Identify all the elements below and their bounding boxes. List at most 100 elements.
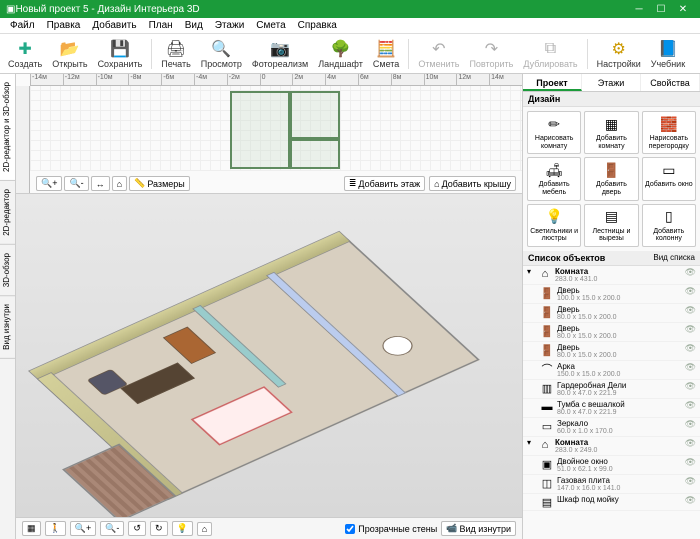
view-mode-tabs: 2D-редактор и 3D-обзор 2D-редактор 3D-об… — [0, 74, 16, 539]
undo-icon: ↶ — [429, 39, 449, 59]
undo-button[interactable]: ↶Отменить — [414, 38, 463, 70]
redo-button[interactable]: ↷Повторить — [465, 38, 517, 70]
object-item[interactable]: ◫Газовая плита147.0 x 16.0 x 141.0👁 — [523, 475, 700, 494]
home-button[interactable]: ⌂ — [112, 176, 127, 191]
ruler-horizontal: -14м-12м-10м-8м-6м-4м-2м02м4м6м8м10м12м1… — [30, 74, 522, 86]
landscape-button[interactable]: 🌳Ландшафт — [314, 38, 367, 70]
visibility-toggle[interactable]: 👁 — [685, 362, 696, 373]
maximize-button[interactable]: ☐ — [650, 4, 672, 15]
zoom-out-3d-button[interactable]: 🔍- — [100, 521, 124, 536]
visibility-toggle[interactable]: 👁 — [685, 400, 696, 411]
minimize-button[interactable]: ─ — [628, 4, 650, 15]
add-column-button[interactable]: ▯Добавить колонну — [642, 204, 696, 247]
view-cube-button[interactable]: ▦ — [22, 521, 41, 536]
add-door-icon: 🚪 — [602, 161, 620, 179]
list-view-toggle[interactable]: Вид списка — [653, 253, 695, 263]
create-button[interactable]: ✚Создать — [4, 38, 46, 70]
view-3d[interactable] — [16, 194, 522, 517]
tutorial-button[interactable]: 📘Учебник — [647, 38, 689, 70]
add-roof-button[interactable]: ⌂Добавить крышу — [429, 176, 516, 191]
object-group[interactable]: ▾⌂Комната283.0 x 431.0👁 — [523, 266, 700, 285]
menu-add[interactable]: Добавить — [86, 18, 142, 33]
add-stairs-button[interactable]: ▤Лестницы и вырезы — [584, 204, 638, 247]
object-icon: ▣ — [541, 457, 553, 471]
dimensions-toggle[interactable]: 📏Размеры — [129, 176, 190, 191]
visibility-toggle[interactable]: 👁 — [685, 438, 696, 449]
menu-plan[interactable]: План — [143, 18, 179, 33]
rotate-left-button[interactable]: ↺ — [128, 521, 146, 536]
add-door-button[interactable]: 🚪Добавить дверь — [584, 157, 638, 200]
preview-button[interactable]: 🔍Просмотр — [197, 38, 246, 70]
folder-icon: 📂 — [60, 39, 80, 59]
ruler-icon: 📏 — [134, 178, 145, 189]
settings-button[interactable]: ⚙Настройки — [593, 38, 645, 70]
transparent-walls-toggle[interactable]: Прозрачные стены — [345, 524, 437, 534]
add-lights-button[interactable]: 💡Светильники и люстры — [527, 204, 581, 247]
visibility-toggle[interactable]: 👁 — [685, 324, 696, 335]
roof-icon: ⌂ — [434, 179, 439, 189]
menu-view[interactable]: Вид — [179, 18, 209, 33]
visibility-toggle[interactable]: 👁 — [685, 267, 696, 278]
object-item[interactable]: 🚪Дверь100.0 x 15.0 x 200.0👁 — [523, 285, 700, 304]
walk-button[interactable]: 🚶 — [45, 521, 66, 536]
print-button[interactable]: 🖨Печать — [157, 38, 194, 70]
photo-button[interactable]: 📷Фотореализм — [248, 38, 312, 70]
close-button[interactable]: ✕ — [672, 4, 694, 15]
estimate-button[interactable]: 🧮Смета — [369, 38, 403, 70]
menu-estimate[interactable]: Смета — [250, 18, 291, 33]
chevron-down-icon: ▾ — [527, 267, 535, 276]
add-floor-button[interactable]: ≣Добавить этаж — [344, 176, 425, 191]
object-item[interactable]: ▥Гардеробная Дели80.0 x 47.0 x 221.9👁 — [523, 380, 700, 399]
visibility-toggle[interactable]: 👁 — [685, 419, 696, 430]
plus-icon: ✚ — [15, 39, 35, 59]
object-item[interactable]: ▬Тумба с вешалкой80.0 x 47.0 x 221.9👁 — [523, 399, 700, 418]
zoom-out-button[interactable]: 🔍- — [64, 176, 88, 191]
zoom-in-button[interactable]: 🔍+ — [36, 176, 62, 191]
object-item[interactable]: ▭Зеркало60.0 x 1.0 x 170.0👁 — [523, 418, 700, 437]
visibility-toggle[interactable]: 👁 — [685, 495, 696, 506]
duplicate-button[interactable]: ⧉Дублировать — [519, 38, 581, 70]
object-group[interactable]: ▾⌂Комната283.0 x 249.0👁 — [523, 437, 700, 456]
draw-room-icon: ✏ — [545, 115, 563, 133]
add-furniture-button[interactable]: 🛋Добавить мебель — [527, 157, 581, 200]
pan-button[interactable]: ↔ — [91, 176, 110, 191]
visibility-toggle[interactable]: 👁 — [685, 286, 696, 297]
vtab-inside[interactable]: Вид изнутри — [0, 296, 15, 359]
menu-floors[interactable]: Этажи — [209, 18, 251, 33]
tab-properties[interactable]: Свойства — [641, 74, 700, 91]
menu-help[interactable]: Справка — [292, 18, 343, 33]
object-item[interactable]: 🚪Дверь80.0 x 15.0 x 200.0👁 — [523, 304, 700, 323]
plan-2d-view[interactable]: -14м-12м-10м-8м-6м-4м-2м02м4м6м8м10м12м1… — [16, 74, 522, 194]
rotate-right-button[interactable]: ↻ — [150, 521, 168, 536]
object-item[interactable]: ▣Двойное окно51.0 x 62.1 x 99.0👁 — [523, 456, 700, 475]
object-icon: 🚪 — [541, 324, 553, 338]
visibility-toggle[interactable]: 👁 — [685, 476, 696, 487]
draw-partition-button[interactable]: 🧱Нарисовать перегородку — [642, 111, 696, 154]
tab-project[interactable]: Проект — [523, 74, 582, 91]
save-button[interactable]: 💾Сохранить — [94, 38, 147, 70]
open-button[interactable]: 📂Открыть — [48, 38, 91, 70]
menu-edit[interactable]: Правка — [41, 18, 87, 33]
light-button[interactable]: 💡 — [172, 521, 193, 536]
object-item[interactable]: ▤Шкаф под мойку👁 — [523, 494, 700, 511]
plan-grid[interactable] — [30, 86, 522, 171]
home-3d-button[interactable]: ⌂ — [197, 522, 212, 536]
add-room-button[interactable]: ▦Добавить комнату — [584, 111, 638, 154]
visibility-toggle[interactable]: 👁 — [685, 343, 696, 354]
visibility-toggle[interactable]: 👁 — [685, 457, 696, 468]
zoom-in-3d-button[interactable]: 🔍+ — [70, 521, 96, 536]
draw-room-button[interactable]: ✏Нарисовать комнату — [527, 111, 581, 154]
add-window-button[interactable]: ▭Добавить окно — [642, 157, 696, 200]
vtab-3d[interactable]: 3D-обзор — [0, 245, 15, 296]
vtab-2d[interactable]: 2D-редактор — [0, 181, 15, 245]
object-item[interactable]: 🚪Дверь80.0 x 15.0 x 200.0👁 — [523, 323, 700, 342]
visibility-toggle[interactable]: 👁 — [685, 381, 696, 392]
object-item[interactable]: 🚪Дверь80.0 x 15.0 x 200.0👁 — [523, 342, 700, 361]
object-item[interactable]: ⌒Арка150.0 x 15.0 x 200.0👁 — [523, 361, 700, 380]
object-icon: ⌒ — [541, 362, 553, 376]
inside-view-button[interactable]: 📹Вид изнутри — [441, 521, 516, 536]
vtab-split[interactable]: 2D-редактор и 3D-обзор — [0, 74, 15, 181]
menu-file[interactable]: Файл — [4, 18, 41, 33]
tab-floors[interactable]: Этажи — [582, 74, 641, 91]
visibility-toggle[interactable]: 👁 — [685, 305, 696, 316]
